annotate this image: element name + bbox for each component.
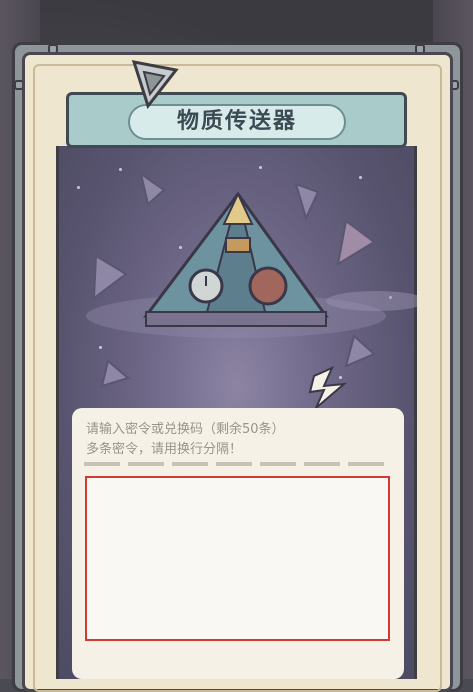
scene-artwork bbox=[86, 171, 417, 409]
code-input[interactable] bbox=[85, 476, 390, 641]
crystal-icon bbox=[344, 334, 376, 368]
divider bbox=[84, 462, 392, 466]
crystal-icon bbox=[139, 171, 166, 206]
input-hint-line-1: 请输入密令或兑换码（剩余50条） bbox=[86, 422, 285, 437]
crystal-icon bbox=[100, 359, 131, 388]
triangle-badge-icon bbox=[131, 60, 179, 110]
input-hint-line-2: 多条密令，请用换行分隔！ bbox=[86, 442, 243, 457]
crystal-icon bbox=[92, 254, 128, 301]
crystal-icon bbox=[294, 182, 320, 221]
pyramid-teleporter-icon bbox=[142, 191, 329, 327]
crystal-icon bbox=[336, 219, 376, 267]
